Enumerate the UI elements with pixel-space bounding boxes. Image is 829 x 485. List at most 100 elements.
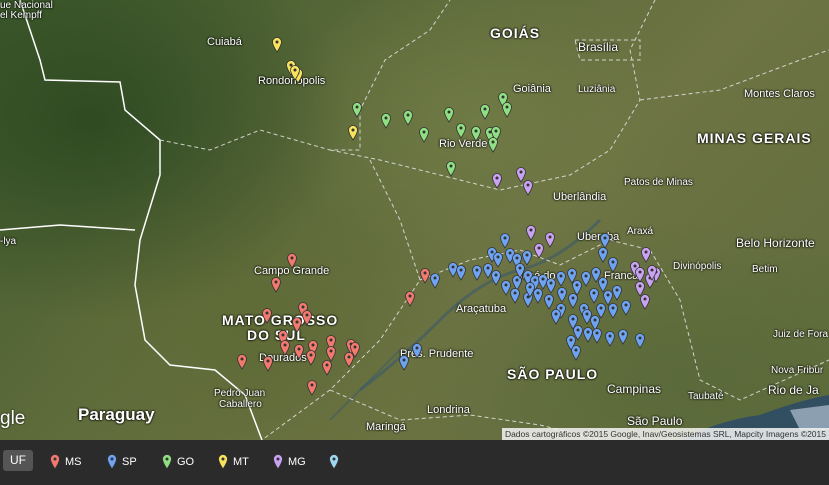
legend-label: MG xyxy=(288,456,306,468)
legend-label: SP xyxy=(122,456,137,468)
map-marker-sp[interactable] xyxy=(608,303,618,319)
map-marker-mg[interactable] xyxy=(516,167,526,183)
google-logo: gle xyxy=(0,408,26,429)
map-marker-sp[interactable] xyxy=(556,271,566,287)
map-marker-sp[interactable] xyxy=(500,233,510,249)
map-marker-mg[interactable] xyxy=(635,281,645,297)
map-marker-sp[interactable] xyxy=(582,309,592,325)
map-marker-sp[interactable] xyxy=(635,333,645,349)
map-marker-sp[interactable] xyxy=(456,265,466,281)
marker-icon xyxy=(273,454,283,470)
map-marker-go[interactable] xyxy=(446,161,456,177)
legend-item-ms[interactable]: MS xyxy=(50,452,82,472)
map-marker-sp[interactable] xyxy=(605,331,615,347)
map-marker-sp[interactable] xyxy=(483,263,493,279)
map-marker-go[interactable] xyxy=(381,113,391,129)
map-marker-ms[interactable] xyxy=(326,346,336,362)
map-marker-sp[interactable] xyxy=(538,274,548,290)
map-marker-sp[interactable] xyxy=(621,300,631,316)
map-marker-sp[interactable] xyxy=(544,294,554,310)
map-marker-ms[interactable] xyxy=(302,310,312,326)
map-marker-ms[interactable] xyxy=(405,291,415,307)
map-marker-mg[interactable] xyxy=(641,247,651,263)
map-marker-ms[interactable] xyxy=(287,253,297,269)
map-attribution[interactable]: Dados cartográficos ©2015 Google, Inav/G… xyxy=(501,428,829,440)
map-marker-ms[interactable] xyxy=(280,340,290,356)
map-marker-sp[interactable] xyxy=(522,250,532,266)
map-marker-ms[interactable] xyxy=(262,308,272,324)
map-marker-mg[interactable] xyxy=(640,294,650,310)
legend-item-other[interactable] xyxy=(329,452,344,472)
map-marker-go[interactable] xyxy=(471,126,481,142)
map-marker-ms[interactable] xyxy=(420,268,430,284)
map-marker-mg[interactable] xyxy=(534,243,544,259)
map-marker-sp[interactable] xyxy=(510,288,520,304)
map-marker-sp[interactable] xyxy=(603,290,613,306)
legend-label: GO xyxy=(177,456,195,468)
legend-item-mt[interactable]: MT xyxy=(218,452,249,472)
marker-layer xyxy=(237,37,661,396)
map-marker-mg[interactable] xyxy=(635,267,645,283)
map-marker-mg[interactable] xyxy=(523,180,533,196)
map-marker-go[interactable] xyxy=(488,137,498,153)
map-marker-go[interactable] xyxy=(352,102,362,118)
map-marker-sp[interactable] xyxy=(557,287,567,303)
map-marker-ms[interactable] xyxy=(292,317,302,333)
marker-icon xyxy=(218,454,228,470)
map-marker-sp[interactable] xyxy=(551,309,561,325)
legend-item-sp[interactable]: SP xyxy=(107,452,137,472)
map-marker-mg[interactable] xyxy=(492,173,502,189)
map-marker-sp[interactable] xyxy=(412,343,422,359)
map-marker-sp[interactable] xyxy=(501,280,511,296)
map-marker-sp[interactable] xyxy=(612,285,622,301)
map-marker-go[interactable] xyxy=(403,110,413,126)
map-marker-ms[interactable] xyxy=(307,380,317,396)
map-marker-ms[interactable] xyxy=(306,350,316,366)
map-marker-sp[interactable] xyxy=(596,303,606,319)
map-marker-mt[interactable] xyxy=(272,37,282,53)
map-marker-sp[interactable] xyxy=(589,288,599,304)
map-marker-sp[interactable] xyxy=(572,280,582,296)
map-marker-go[interactable] xyxy=(419,127,429,143)
map-marker-sp[interactable] xyxy=(430,273,440,289)
map-marker-ms[interactable] xyxy=(271,277,281,293)
map-marker-ms[interactable] xyxy=(294,344,304,360)
map-marker-sp[interactable] xyxy=(618,329,628,345)
map-marker-ms[interactable] xyxy=(322,360,332,376)
map-marker-go[interactable] xyxy=(456,123,466,139)
legend-bar: UF MS SP GO MT MG xyxy=(0,440,829,485)
map-marker-sp[interactable] xyxy=(598,247,608,263)
map-marker-ms[interactable] xyxy=(344,352,354,368)
map-marker-sp[interactable] xyxy=(533,288,543,304)
map-marker-sp[interactable] xyxy=(546,278,556,294)
map-marker-ms[interactable] xyxy=(263,356,273,372)
map-marker-sp[interactable] xyxy=(600,233,610,249)
marker-icon xyxy=(107,454,117,470)
map-marker-ms[interactable] xyxy=(237,354,247,370)
map-marker-mt[interactable] xyxy=(348,125,358,141)
map-marker-sp[interactable] xyxy=(472,265,482,281)
map-canvas[interactable]: Cuiabá Rondonópolis GOIÁS Brasília Luziâ… xyxy=(0,0,829,440)
map-marker-sp[interactable] xyxy=(583,327,593,343)
map-marker-sp[interactable] xyxy=(608,257,618,273)
map-marker-sp[interactable] xyxy=(493,252,503,268)
map-marker-sp[interactable] xyxy=(581,271,591,287)
map-marker-go[interactable] xyxy=(480,104,490,120)
map-marker-sp[interactable] xyxy=(590,315,600,331)
legend-label: MS xyxy=(65,456,82,468)
map-marker-go[interactable] xyxy=(444,107,454,123)
map-marker-sp[interactable] xyxy=(592,328,602,344)
map-marker-sp[interactable] xyxy=(568,293,578,309)
marker-icon xyxy=(50,454,60,470)
legend-label: MT xyxy=(233,456,249,468)
map-marker-sp[interactable] xyxy=(598,277,608,293)
legend-item-go[interactable]: GO xyxy=(162,452,194,472)
marker-icon xyxy=(162,454,172,470)
map-marker-mg[interactable] xyxy=(526,225,536,241)
map-marker-sp[interactable] xyxy=(491,270,501,286)
legend-item-mg[interactable]: MG xyxy=(273,452,306,472)
map-marker-sp[interactable] xyxy=(399,355,409,371)
uf-toggle-button[interactable]: UF xyxy=(3,450,33,471)
map-marker-go[interactable] xyxy=(502,102,512,118)
map-marker-mg[interactable] xyxy=(545,232,555,248)
